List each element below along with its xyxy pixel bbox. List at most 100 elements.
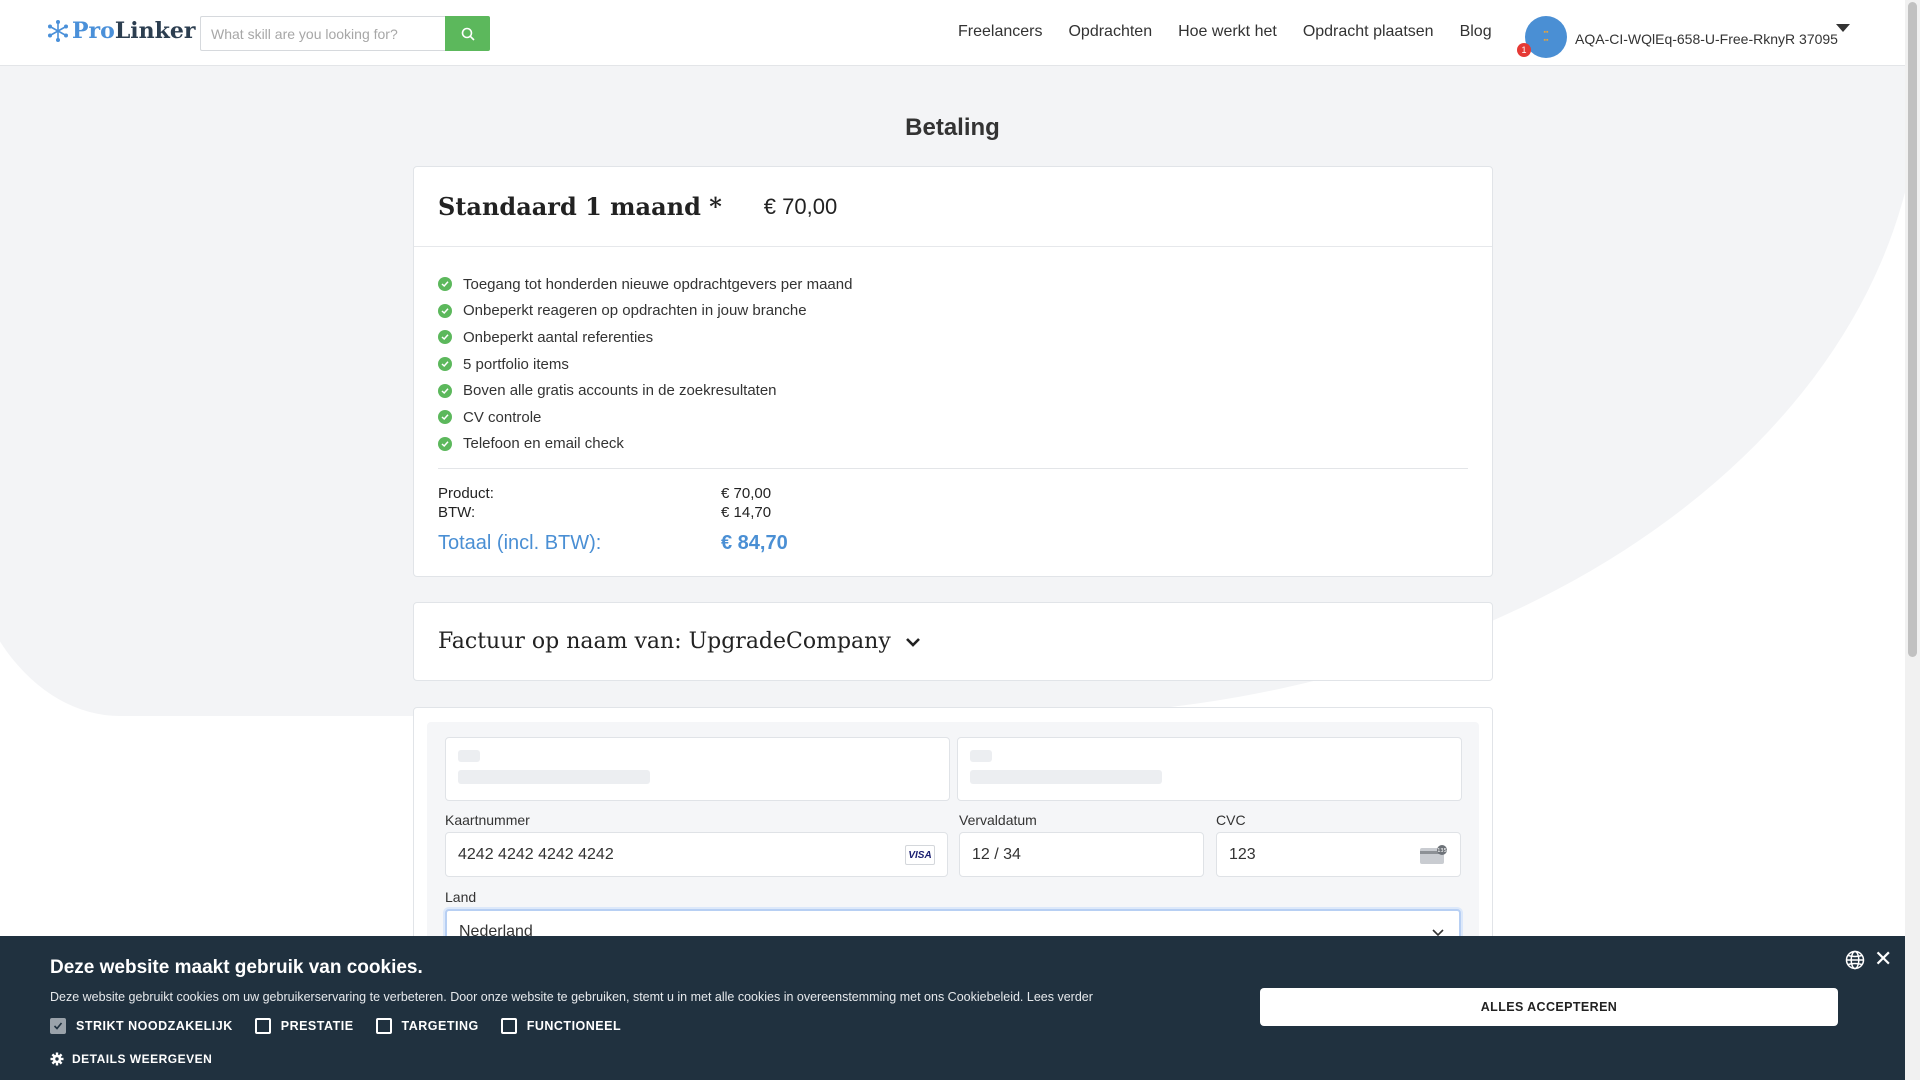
check-icon: [438, 383, 452, 398]
list-item: Telefoon en email check: [438, 431, 1468, 458]
cookie-option-label: STRIKT NOODZAKELIJK: [76, 1019, 233, 1033]
notification-badge: 1: [1517, 43, 1531, 57]
chevron-down-icon[interactable]: [1836, 24, 1850, 32]
close-icon[interactable]: ✕: [1874, 948, 1892, 970]
check-icon: [438, 410, 452, 425]
product-label: Product:: [438, 485, 494, 503]
skeleton-line: [458, 750, 480, 762]
cvc-label: CVC: [1216, 812, 1246, 828]
logo-snowflake-icon: [48, 20, 68, 42]
check-icon: [438, 436, 452, 451]
list-item: 5 portfolio items: [438, 351, 1468, 378]
gear-icon: [50, 1052, 64, 1066]
logo[interactable]: Pro Linker: [47, 18, 195, 44]
feature-text: CV controle: [463, 408, 542, 426]
cvc-value: 123: [1229, 845, 1256, 863]
logo-pro-text: Pro: [72, 18, 115, 44]
svg-text:135: 135: [1437, 848, 1447, 854]
total-value: € 84,70: [721, 531, 788, 554]
cvc-card-icon: 135: [1420, 845, 1447, 864]
product-row: Product: € 70,00: [438, 485, 1468, 504]
cookie-option-targeting[interactable]: TARGETING: [375, 1018, 479, 1034]
card-number-value: 4242 4242 4242 4242: [458, 845, 614, 863]
payment-method-placeholder[interactable]: [957, 737, 1462, 801]
cookie-banner: Deze website maakt gebruik van cookies. …: [0, 936, 1905, 1080]
avatar-image: ▪▪ ▪▪: [1543, 29, 1549, 44]
price-totals: Product: € 70,00 BTW: € 14,70 Totaal (incl…: [414, 469, 1492, 561]
cookie-details-label: DETAILS WEERGEVEN: [72, 1052, 213, 1066]
list-item: Onbeperkt aantal referenties: [438, 324, 1468, 351]
checkbox[interactable]: [254, 1018, 271, 1034]
expiry-label: Vervaldatum: [959, 812, 1037, 828]
card-number-field[interactable]: 4242 4242 4242 4242 VISA: [445, 832, 948, 877]
checkbox[interactable]: [500, 1018, 517, 1034]
avatar[interactable]: ▪▪ ▪▪ 1: [1517, 16, 1567, 58]
cookie-option-strikt[interactable]: STRIKT NOODZAKELIJK: [50, 1018, 233, 1034]
scrollbar-thumb[interactable]: [1908, 2, 1917, 657]
btw-row: BTW: € 14,70: [438, 504, 1468, 523]
main-nav: Freelancers Opdrachten Hoe werkt het Opd…: [958, 23, 1518, 41]
nav-hoe-werkt-het[interactable]: Hoe werkt het: [1178, 23, 1277, 41]
skeleton-line: [970, 770, 1162, 784]
product-card: Standaard 1 maand * € 70,00 Toegang tot …: [413, 166, 1493, 577]
expiry-value: 12 / 34: [972, 845, 1021, 863]
checkbox-checked[interactable]: [50, 1018, 66, 1034]
check-icon: [438, 357, 452, 372]
cookie-option-label: FUNCTIONEEL: [526, 1019, 622, 1033]
cookie-options: STRIKT NOODZAKELIJK PRESTATIE TARGETING …: [50, 1018, 643, 1034]
check-icon: [438, 303, 452, 318]
scrollbar[interactable]: [1905, 0, 1920, 1080]
invoice-label: Factuur op naam van: UpgradeCompany: [438, 629, 891, 654]
product-header: Standaard 1 maand * € 70,00: [414, 167, 1492, 247]
feature-text: Onbeperkt reageren op opdrachten in jouw…: [463, 302, 807, 320]
search-input[interactable]: [200, 16, 445, 51]
nav-freelancers[interactable]: Freelancers: [958, 23, 1042, 41]
list-item: Onbeperkt reageren op opdrachten in jouw…: [438, 298, 1468, 325]
cookie-details-toggle[interactable]: DETAILS WEERGEVEN: [50, 1052, 212, 1066]
search-button[interactable]: [445, 16, 490, 51]
feature-text: Onbeperkt aantal referenties: [463, 328, 654, 346]
cookie-option-prestatie[interactable]: PRESTATIE: [254, 1018, 354, 1034]
top-header: ProLinker Freelancers Opdrachten Hoe wer…: [0, 0, 1905, 66]
cookie-option-label: PRESTATIE: [280, 1019, 354, 1033]
cookie-option-functioneel[interactable]: FUNCTIONEEL: [500, 1018, 622, 1034]
feature-text: Toegang tot honderden nieuwe opdrachtgev…: [463, 275, 853, 293]
globe-icon[interactable]: [1845, 950, 1865, 970]
check-icon: [438, 330, 452, 345]
card-number-label: Kaartnummer: [445, 812, 530, 828]
total-row: Totaal (incl. BTW): € 84,70: [438, 525, 1468, 561]
list-item: Boven alle gratis accounts in de zoekres…: [438, 377, 1468, 404]
cvc-field[interactable]: 123 135: [1216, 832, 1461, 877]
feature-text: Telefoon en email check: [463, 435, 624, 453]
expiry-field[interactable]: 12 / 34: [959, 832, 1204, 877]
btw-label: BTW:: [438, 504, 476, 522]
user-menu[interactable]: ▪▪ ▪▪ 1 AQA-CI-WQlEq-658-U-Free-RknyR 370…: [1517, 16, 1838, 58]
total-label: Totaal (incl. BTW):: [438, 531, 602, 554]
checkbox[interactable]: [375, 1018, 392, 1034]
cookie-text: Deze website gebruikt cookies om uw gebr…: [50, 990, 1093, 1004]
accept-all-button[interactable]: ALLES ACCEPTEREN: [1260, 988, 1838, 1026]
visa-icon: VISA: [905, 845, 935, 865]
country-label: Land: [445, 889, 477, 905]
product-name: Standaard 1 maand *: [438, 192, 722, 221]
search-bar: [200, 16, 490, 51]
logo-linker-text: Linker: [114, 18, 196, 44]
feature-list: Toegang tot honderden nieuwe opdrachtgev…: [414, 247, 1492, 457]
feature-text: Boven alle gratis accounts in de zoekres…: [463, 382, 777, 400]
nav-opdracht-plaatsen[interactable]: Opdracht plaatsen: [1303, 23, 1434, 41]
chevron-down-icon[interactable]: [905, 636, 921, 648]
check-icon: [438, 277, 452, 292]
cookie-title: Deze website maakt gebruik van cookies.: [50, 957, 423, 978]
nav-blog[interactable]: Blog: [1460, 23, 1492, 41]
product-price: € 70,00: [763, 193, 838, 219]
skeleton-line: [458, 770, 650, 784]
page-title: Betaling: [905, 114, 1000, 141]
nav-opdrachten[interactable]: Opdrachten: [1068, 23, 1152, 41]
list-item: Toegang tot honderden nieuwe opdrachtgev…: [438, 271, 1468, 298]
username: AQA-CI-WQlEq-658-U-Free-RknyR 37095: [1575, 31, 1838, 47]
payment-method-placeholder[interactable]: [445, 737, 950, 801]
list-item: CV controle: [438, 404, 1468, 431]
product-value: € 70,00: [721, 485, 772, 503]
cookie-option-label: TARGETING: [401, 1019, 479, 1033]
invoice-card[interactable]: Factuur op naam van: UpgradeCompany: [413, 602, 1493, 681]
